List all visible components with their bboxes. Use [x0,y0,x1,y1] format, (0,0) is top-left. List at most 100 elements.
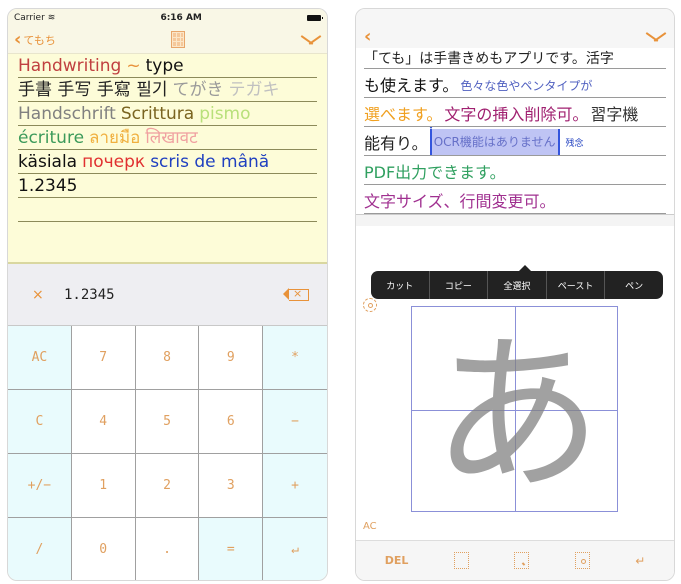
right-phone-screen: ‹ 「ても」は手書きめもアプリです。活字 も使えます。 色々な色やペンタイプが 選べま… [355,8,675,581]
note-text-segment: 色々な色やペンタイプが [460,79,593,93]
calculator-keypad: AC 7 8 9 * C 4 5 6− +/− 1 2 3 + /0. = ↵ [8,325,327,580]
note-line: 1.2345 [18,174,317,198]
status-bar: Carrier ≋ 6:16 AM [8,9,327,26]
note-text-area[interactable]: Handwriting ~ type 手書 手写 手寫 필기 てがき テガキ Handsch… [8,54,327,262]
chevron-down-icon[interactable] [301,34,321,46]
key-12[interactable]: 2 [135,454,200,518]
key-1[interactable]: 7 [71,326,136,390]
note-line: 選べます。 文字の挿入削除可。 習字機 [364,98,666,127]
calculator-icon[interactable] [171,31,186,48]
context-menu-item[interactable]: ペースト [547,271,606,299]
key-10[interactable]: +/− [8,454,72,518]
key-9[interactable]: − [263,390,327,454]
note-text-segment: 文字の挿入削除可。 [444,105,589,124]
note-text-segment: scris de mână [150,152,270,172]
nav-bar: ‹ [356,26,674,48]
note-text-segment: Handschrift [18,104,116,124]
key-11[interactable]: 1 [71,454,136,518]
note-line: Handwriting ~ type [18,54,317,78]
note-line: Handschrift Scrittura pismo [18,102,317,126]
note-text-segment: ลายมือ [89,128,141,148]
key-13[interactable]: 3 [199,454,264,518]
note-text-segment: почерк [82,152,146,172]
chevron-down-icon[interactable] [646,31,666,43]
clear-button[interactable]: AC [363,521,377,532]
period-box-icon[interactable] [574,552,590,569]
pen-toolbar [356,214,674,226]
key-2[interactable]: 8 [135,326,200,390]
handwritten-character: あ [432,317,603,515]
context-menu-item[interactable]: カット [371,271,430,299]
backspace-icon[interactable]: × [283,287,309,301]
note-text-segment: 能有り。 [364,134,428,153]
key-5[interactable]: C [8,390,72,454]
carrier-label: Carrier [14,12,45,23]
calculator-value: 1.2345 [64,286,115,303]
key-7[interactable]: 5 [135,390,200,454]
left-phone-screen: Carrier ≋ 6:16 AM ‹ てもち Handwriting ~ type… [7,8,328,581]
selected-text: OCR機能はありません [433,135,556,149]
note-text-segment: 「ても」は手書きめもアプリです。活字 [364,51,614,67]
chevron-left-icon: ‹ [14,28,22,50]
text-selection[interactable]: OCR機能はありません [425,127,560,155]
delete-button[interactable]: DEL [385,554,409,567]
note-text-segment: Scrittura [120,104,195,124]
note-text-segment: 習字機 [590,105,639,124]
key-15[interactable]: / [8,518,72,580]
note-text-segment: も使えます。 [364,76,459,95]
calculator-display: × 1.2345 × [8,262,327,325]
note-text-segment: लिखावट [145,128,198,148]
key-3[interactable]: 9 [199,326,264,390]
note-text-segment: 残念 [565,139,584,149]
key-6[interactable]: 4 [71,390,136,454]
wifi-icon: ≋ [47,12,56,23]
status-time: 6:16 AM [160,12,202,23]
chevron-left-icon[interactable]: ‹ [364,28,371,46]
note-text-segment: PDF出力できます。 [364,163,506,182]
key-14[interactable]: + [263,454,327,518]
handwriting-pad[interactable]: あ AC [356,292,674,542]
context-menu-item[interactable]: コピー [430,271,489,299]
note-text-area[interactable]: 「ても」は手書きめもアプリです。活字 も使えます。 色々な色やペンタイプが 選べます。… [356,48,674,214]
gear-icon[interactable] [363,298,377,312]
key-19[interactable]: ↵ [263,518,327,580]
bottom-bar: DEL ↵ [356,540,674,580]
battery-icon [307,14,323,21]
writing-grid[interactable]: あ [411,306,618,512]
key-4[interactable]: * [263,326,327,390]
enter-icon[interactable]: ↵ [635,554,645,568]
context-menu-item[interactable]: 全選択 [488,271,547,299]
note-text-segment: écriture [18,128,85,148]
note-line: écriture ลายมือ लिखावट [18,126,317,150]
back-button[interactable]: ‹ てもち [14,28,56,50]
note-line: 文字サイズ、行間変更可。 [364,185,666,214]
note-text-segment: käsiala [18,152,78,172]
context-menu-item[interactable]: ペン [605,271,663,299]
key-0[interactable]: AC [8,326,72,390]
key-17[interactable]: . [135,518,200,580]
note-text-segment: テガキ [228,80,280,100]
note-line: 「ても」は手書きめもアプリです。活字 [364,48,666,69]
note-text-segment: 1.2345 [18,176,78,196]
note-line: 手書 手写 手寫 필기 てがき テガキ [18,78,317,102]
note-text-segment: ~ [126,56,141,76]
key-18[interactable]: = [199,518,264,580]
key-16[interactable]: 0 [71,518,136,580]
status-bar [356,9,674,26]
comma-box-icon[interactable] [514,552,530,569]
space-box-icon[interactable] [453,552,469,569]
selection-start-handle[interactable] [425,127,436,129]
operator-indicator: × [32,286,44,303]
note-text-segment: 選べます。 [364,105,443,124]
key-8[interactable]: 6 [199,390,264,454]
back-label: てもち [23,33,56,47]
note-line: PDF出力できます。 [364,156,666,185]
note-line: 能有り。 OCR機能はありません 残念 [364,127,666,156]
note-line: käsiala почерк scris de mână [18,150,317,174]
note-text-segment: Handwriting [18,56,122,76]
note-text-segment: てがき [172,80,224,100]
note-text-segment: 文字サイズ、行間変更可。 [364,192,556,211]
note-text-segment: 手書 手写 手寫 필기 [18,80,168,100]
context-menu: カット コピー 全選択 ペースト ペン [371,265,663,299]
note-line: も使えます。 色々な色やペンタイプが [364,69,666,98]
